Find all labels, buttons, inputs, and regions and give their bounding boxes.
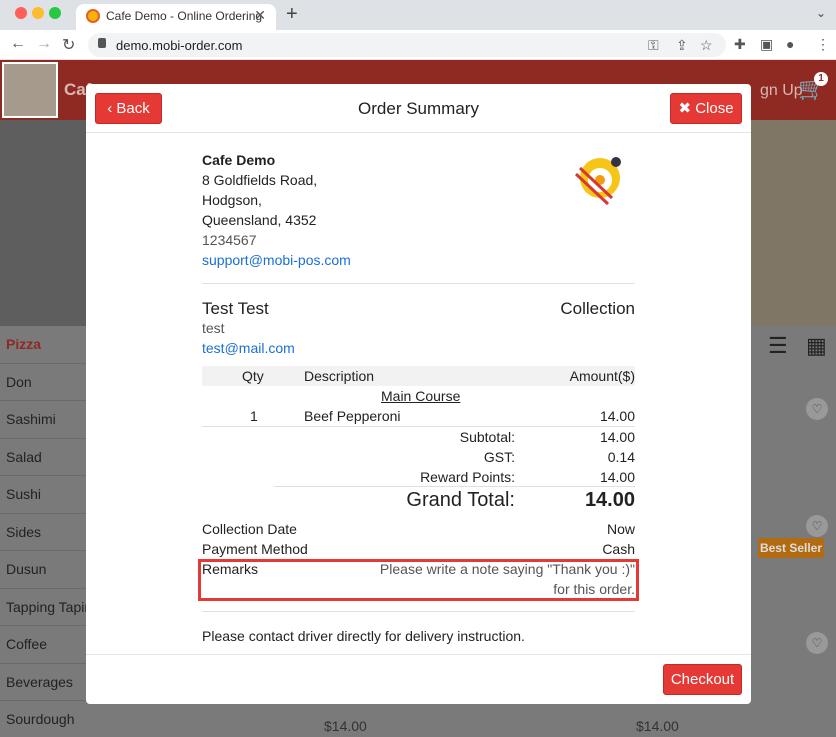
- category-item[interactable]: Dusun: [0, 551, 86, 589]
- close-x-icon: ✖: [678, 100, 696, 117]
- share-icon[interactable]: ⇪: [676, 37, 688, 54]
- merchant-phone: 1234567: [202, 232, 257, 248]
- category-item[interactable]: Sourdough: [0, 701, 86, 737]
- forward-arrow-icon[interactable]: →: [36, 35, 52, 53]
- merchant-logo: [572, 150, 632, 210]
- item-qty: 1: [250, 408, 258, 424]
- merchant-email-link[interactable]: support@mobi-pos.com: [202, 252, 351, 268]
- signup-link[interactable]: gn Up: [760, 82, 803, 100]
- product-price: $14.00: [636, 718, 679, 734]
- amount-header: Amount($): [569, 368, 635, 384]
- payment-method-value: Cash: [602, 541, 635, 557]
- customer-note: test: [202, 320, 225, 336]
- delivery-instruction-note: Please contact driver directly for deliv…: [202, 628, 525, 644]
- modal-footer: Checkout: [86, 654, 751, 704]
- favorite-heart-icon[interactable]: ♡: [806, 632, 828, 654]
- cart-count-badge: 1: [814, 72, 828, 86]
- divider: [202, 611, 635, 612]
- address-bar[interactable]: demo.mobi-order.com ⚿ ⇪ ☆: [88, 33, 726, 57]
- remarks-label: Remarks: [202, 561, 259, 577]
- bookmark-star-icon[interactable]: ☆: [700, 37, 713, 54]
- category-item[interactable]: Coffee: [0, 626, 86, 664]
- key-icon[interactable]: ⚿: [648, 37, 659, 54]
- customer-name: Test Test: [202, 299, 269, 318]
- item-description: Beef Pepperoni: [304, 408, 401, 424]
- browser-tab[interactable]: Cafe Demo - Online Ordering ✕: [76, 4, 276, 30]
- category-item[interactable]: Beverages: [0, 664, 86, 701]
- browser-toolbar: ← → ↻ demo.mobi-order.com ⚿ ⇪ ☆ ✚ ▣ ● ⋮: [0, 30, 836, 60]
- browser-titlebar: Cafe Demo - Online Ordering ✕ + ⌄: [0, 0, 836, 30]
- divider: [202, 426, 635, 427]
- collection-date-value: Now: [606, 521, 635, 537]
- description-header: Description: [304, 368, 375, 384]
- favorite-heart-icon[interactable]: ♡: [806, 398, 828, 420]
- modal-title: Order Summary: [358, 99, 479, 118]
- close-label: Close: [695, 100, 734, 117]
- product-price: $14.00: [324, 718, 367, 734]
- favorite-heart-icon[interactable]: ♡: [806, 515, 828, 537]
- back-arrow-icon[interactable]: ←: [10, 35, 26, 53]
- list-view-icon[interactable]: ☰: [768, 333, 788, 359]
- customer-email-link[interactable]: test@mail.com: [202, 340, 295, 356]
- section-heading: Main Course: [381, 388, 461, 404]
- category-item[interactable]: Sashimi: [0, 401, 86, 439]
- category-list: Pizza Don Sashimi Salad Sushi Sides Dusu…: [0, 326, 86, 737]
- extensions-icon[interactable]: ✚: [734, 36, 746, 53]
- merchant-name: Cafe Demo: [202, 152, 276, 168]
- close-window-button[interactable]: [15, 7, 27, 19]
- divider: [274, 486, 635, 487]
- checkout-button[interactable]: Checkout: [663, 664, 742, 695]
- payment-method-label: Payment Method: [202, 541, 308, 557]
- modal-header: ‹ Back Order Summary ✖ Close: [86, 84, 751, 133]
- site-logo[interactable]: [2, 62, 58, 118]
- lock-icon: [98, 38, 106, 48]
- reward-points-value: 14.00: [599, 469, 635, 485]
- tab-title: Cafe Demo - Online Ordering: [106, 9, 263, 23]
- gst-value: 0.14: [607, 449, 635, 465]
- category-item[interactable]: Sushi: [0, 476, 86, 514]
- category-item[interactable]: Sides: [0, 514, 86, 551]
- maximize-window-button[interactable]: [49, 7, 61, 19]
- grid-view-icon[interactable]: ▦: [806, 333, 827, 359]
- subtotal-value: 14.00: [599, 429, 635, 445]
- category-item[interactable]: Pizza: [0, 326, 86, 364]
- order-type: Collection: [560, 299, 635, 318]
- merchant-address-line: Hodgson,: [202, 192, 262, 208]
- subtotal-label: Subtotal:: [459, 429, 515, 445]
- category-item[interactable]: Salad: [0, 439, 86, 476]
- remarks-text-line: for this order.: [553, 581, 635, 597]
- merchant-address-line: 8 Goldfields Road,: [202, 172, 318, 188]
- tab-close-icon[interactable]: ✕: [254, 7, 266, 24]
- category-item[interactable]: Don: [0, 364, 86, 401]
- order-summary-modal: ‹ Back Order Summary ✖ Close Cafe Demo 8…: [86, 84, 751, 704]
- reload-icon[interactable]: ↻: [62, 35, 75, 55]
- favicon-icon: [86, 9, 100, 23]
- reward-points-label: Reward Points:: [420, 469, 515, 485]
- remarks-text-line: Please write a note saying "Thank you :)…: [379, 561, 635, 577]
- category-item[interactable]: Tapping Tapin: [0, 589, 86, 626]
- new-tab-button[interactable]: +: [286, 3, 298, 26]
- qty-header: Qty: [242, 368, 264, 384]
- divider: [202, 283, 635, 284]
- close-button[interactable]: ✖ Close: [670, 93, 742, 124]
- tab-search-icon[interactable]: ⌄: [816, 6, 826, 20]
- item-amount: 14.00: [599, 408, 635, 424]
- minimize-window-button[interactable]: [32, 7, 44, 19]
- profile-avatar-icon[interactable]: ●: [786, 36, 794, 52]
- menu-kebab-icon[interactable]: ⋮: [816, 36, 830, 53]
- merchant-address-line: Queensland, 4352: [202, 212, 317, 228]
- best-seller-badge: Best Seller: [758, 538, 824, 558]
- grand-total-value: 14.00: [584, 489, 635, 511]
- grand-total-label: Grand Total:: [406, 489, 515, 511]
- gst-label: GST:: [483, 449, 515, 465]
- url-text: demo.mobi-order.com: [116, 38, 243, 53]
- collection-date-label: Collection Date: [202, 521, 297, 537]
- side-panel-icon[interactable]: ▣: [760, 36, 773, 53]
- hero-image-right: [750, 120, 836, 326]
